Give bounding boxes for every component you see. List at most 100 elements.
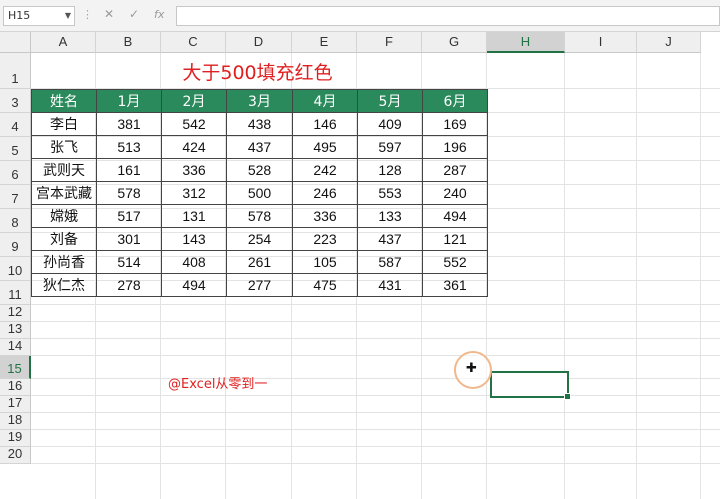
insert-function-button[interactable]: fx (154, 8, 164, 21)
value-cell[interactable]: 277 (226, 273, 293, 297)
row-header-4[interactable]: 4 (0, 113, 31, 137)
value-cell[interactable]: 437 (226, 135, 293, 159)
value-cell[interactable]: 143 (161, 227, 227, 251)
header-cell[interactable]: 姓名 (31, 89, 97, 113)
name-cell[interactable]: 武则天 (31, 158, 97, 182)
row-header-13[interactable]: 13 (0, 321, 31, 339)
column-header-i[interactable]: I (565, 32, 637, 53)
row-header-17[interactable]: 17 (0, 395, 31, 413)
value-cell[interactable]: 312 (161, 181, 227, 205)
value-cell[interactable]: 301 (96, 227, 162, 251)
row-header-14[interactable]: 14 (0, 338, 31, 356)
value-cell[interactable]: 438 (226, 112, 293, 136)
value-cell[interactable]: 431 (357, 273, 423, 297)
row-header-15[interactable]: 15 (0, 356, 31, 379)
value-cell[interactable]: 528 (226, 158, 293, 182)
value-cell[interactable]: 128 (357, 158, 423, 182)
header-cell[interactable]: 6月 (422, 89, 488, 113)
value-cell[interactable]: 161 (96, 158, 162, 182)
value-cell[interactable]: 133 (357, 204, 423, 228)
row-header-10[interactable]: 10 (0, 257, 31, 281)
value-cell[interactable]: 475 (292, 273, 358, 297)
value-cell[interactable]: 578 (96, 181, 162, 205)
row-header-7[interactable]: 7 (0, 185, 31, 209)
value-cell[interactable]: 381 (96, 112, 162, 136)
value-cell[interactable]: 121 (422, 227, 488, 251)
column-header-h[interactable]: H (487, 32, 565, 53)
column-header-g[interactable]: G (422, 32, 487, 53)
column-header-c[interactable]: C (161, 32, 226, 53)
value-cell[interactable]: 587 (357, 250, 423, 274)
row-header-5[interactable]: 5 (0, 137, 31, 161)
column-header-a[interactable]: A (31, 32, 96, 53)
value-cell[interactable]: 361 (422, 273, 488, 297)
value-cell[interactable]: 196 (422, 135, 488, 159)
value-cell[interactable]: 408 (161, 250, 227, 274)
column-header-d[interactable]: D (226, 32, 292, 53)
value-cell[interactable]: 246 (292, 181, 358, 205)
value-cell[interactable]: 514 (96, 250, 162, 274)
name-cell[interactable]: 刘备 (31, 227, 97, 251)
active-cell[interactable] (490, 371, 571, 400)
value-cell[interactable]: 500 (226, 181, 293, 205)
value-cell[interactable]: 254 (226, 227, 293, 251)
value-cell[interactable]: 542 (161, 112, 227, 136)
value-cell[interactable]: 437 (357, 227, 423, 251)
value-cell[interactable]: 494 (422, 204, 488, 228)
select-all-corner[interactable] (0, 32, 31, 53)
column-header-e[interactable]: E (292, 32, 357, 53)
row-header-20[interactable]: 20 (0, 446, 31, 464)
value-cell[interactable]: 223 (292, 227, 358, 251)
formula-input[interactable] (176, 6, 720, 26)
column-header-b[interactable]: B (96, 32, 161, 53)
value-cell[interactable]: 146 (292, 112, 358, 136)
row-header-9[interactable]: 9 (0, 233, 31, 257)
row-header-3[interactable]: 3 (0, 89, 31, 113)
value-cell[interactable]: 336 (292, 204, 358, 228)
row-header-6[interactable]: 6 (0, 161, 31, 185)
header-cell[interactable]: 2月 (161, 89, 227, 113)
header-cell[interactable]: 3月 (226, 89, 293, 113)
value-cell[interactable]: 242 (292, 158, 358, 182)
value-cell[interactable]: 131 (161, 204, 227, 228)
name-cell[interactable]: 嫦娥 (31, 204, 97, 228)
chevron-down-icon[interactable]: ▼ (65, 7, 71, 25)
header-cell[interactable]: 1月 (96, 89, 162, 113)
value-cell[interactable]: 552 (422, 250, 488, 274)
name-cell[interactable]: 李白 (31, 112, 97, 136)
column-header-j[interactable]: J (637, 32, 701, 53)
row-header-8[interactable]: 8 (0, 209, 31, 233)
value-cell[interactable]: 578 (226, 204, 293, 228)
value-cell[interactable]: 105 (292, 250, 358, 274)
cancel-icon[interactable]: ✕ (104, 7, 114, 21)
value-cell[interactable]: 517 (96, 204, 162, 228)
row-header-19[interactable]: 19 (0, 429, 31, 447)
enter-icon[interactable]: ✓ (129, 7, 139, 21)
row-header-12[interactable]: 12 (0, 304, 31, 322)
name-cell[interactable]: 张飞 (31, 135, 97, 159)
value-cell[interactable]: 494 (161, 273, 227, 297)
value-cell[interactable]: 261 (226, 250, 293, 274)
value-cell[interactable]: 287 (422, 158, 488, 182)
value-cell[interactable]: 278 (96, 273, 162, 297)
value-cell[interactable]: 424 (161, 135, 227, 159)
header-cell[interactable]: 4月 (292, 89, 358, 113)
header-cell[interactable]: 5月 (357, 89, 423, 113)
value-cell[interactable]: 409 (357, 112, 423, 136)
value-cell[interactable]: 169 (422, 112, 488, 136)
row-header-11[interactable]: 11 (0, 281, 31, 305)
name-box[interactable]: H15 ▼ (3, 6, 75, 26)
row-header-1[interactable]: 1 (0, 53, 31, 89)
fill-handle[interactable] (564, 393, 571, 400)
value-cell[interactable]: 513 (96, 135, 162, 159)
value-cell[interactable]: 495 (292, 135, 358, 159)
column-header-f[interactable]: F (357, 32, 422, 53)
name-cell[interactable]: 孙尚香 (31, 250, 97, 274)
more-icon[interactable]: ⋮ (82, 8, 93, 21)
value-cell[interactable]: 597 (357, 135, 423, 159)
row-header-18[interactable]: 18 (0, 412, 31, 430)
row-header-16[interactable]: 16 (0, 378, 31, 396)
name-cell[interactable]: 宫本武藏 (31, 181, 97, 205)
value-cell[interactable]: 553 (357, 181, 423, 205)
value-cell[interactable]: 240 (422, 181, 488, 205)
